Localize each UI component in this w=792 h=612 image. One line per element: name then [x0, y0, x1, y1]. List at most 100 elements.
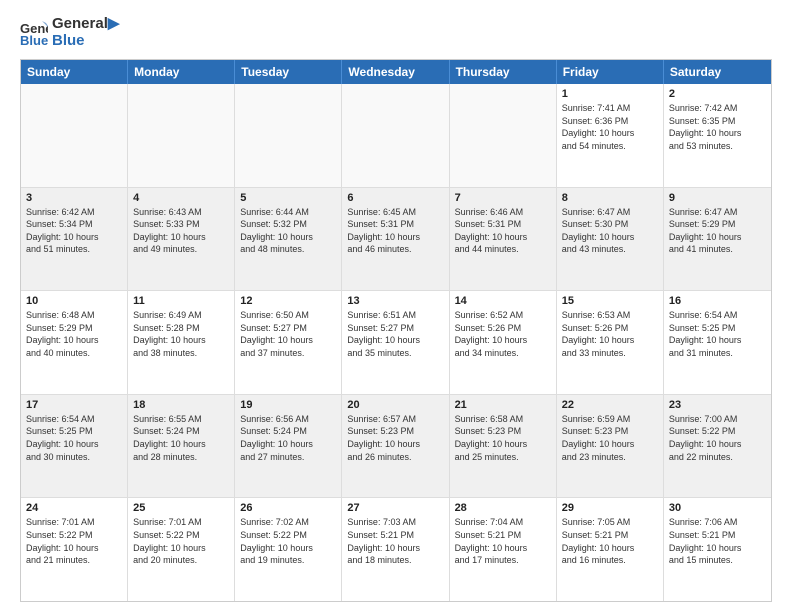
- day-number: 11: [133, 295, 229, 307]
- day-info: Sunrise: 6:43 AM Sunset: 5:33 PM Dayligh…: [133, 206, 229, 256]
- calendar-cell: [128, 84, 235, 187]
- day-number: 14: [455, 295, 551, 307]
- day-number: 3: [26, 192, 122, 204]
- weekday-tuesday: Tuesday: [235, 60, 342, 84]
- day-info: Sunrise: 6:42 AM Sunset: 5:34 PM Dayligh…: [26, 206, 122, 256]
- logo-blue: Blue: [52, 33, 119, 50]
- calendar-cell: 11 Sunrise: 6:49 AM Sunset: 5:28 PM Dayli…: [128, 291, 235, 394]
- day-number: 18: [133, 399, 229, 411]
- day-number: 10: [26, 295, 122, 307]
- day-number: 23: [669, 399, 766, 411]
- day-info: Sunrise: 6:47 AM Sunset: 5:29 PM Dayligh…: [669, 206, 766, 256]
- calendar-cell: 14Sunrise: 6:52 AM Sunset: 5:26 PM Dayli…: [450, 291, 557, 394]
- day-info: Sunrise: 6:46 AM Sunset: 5:31 PM Dayligh…: [455, 206, 551, 256]
- day-number: 22: [562, 399, 658, 411]
- day-info: Sunrise: 6:48 AM Sunset: 5:29 PM Dayligh…: [26, 309, 122, 359]
- day-info: Sunrise: 6:47 AM Sunset: 5:30 PM Dayligh…: [562, 206, 658, 256]
- calendar-cell: 27 Sunrise: 7:03 AM Sunset: 5:21 PM Dayli…: [342, 498, 449, 601]
- calendar-body: 1 Sunrise: 7:41 AM Sunset: 6:36 PM Daylig…: [21, 84, 771, 601]
- day-number: 24: [26, 502, 122, 514]
- day-info: Sunrise: 7:00 AM Sunset: 5:22 PM Dayligh…: [669, 413, 766, 463]
- calendar-cell: 9 Sunrise: 6:47 AM Sunset: 5:29 PM Daylig…: [664, 188, 771, 291]
- day-info: Sunrise: 7:03 AM Sunset: 5:21 PM Dayligh…: [347, 516, 443, 566]
- day-number: 7: [455, 192, 551, 204]
- day-info: Sunrise: 7:04 AM Sunset: 5:21 PM Dayligh…: [455, 516, 551, 566]
- calendar-cell: [450, 84, 557, 187]
- calendar-cell: 4Sunrise: 6:43 AM Sunset: 5:33 PM Daylig…: [128, 188, 235, 291]
- weekday-friday: Friday: [557, 60, 664, 84]
- calendar-cell: 28 Sunrise: 7:04 AM Sunset: 5:21 PM Dayli…: [450, 498, 557, 601]
- day-number: 12: [240, 295, 336, 307]
- day-info: Sunrise: 6:54 AM Sunset: 5:25 PM Dayligh…: [669, 309, 766, 359]
- day-info: Sunrise: 6:55 AM Sunset: 5:24 PM Dayligh…: [133, 413, 229, 463]
- day-number: 5: [240, 192, 336, 204]
- calendar-cell: 12Sunrise: 6:50 AM Sunset: 5:27 PM Dayli…: [235, 291, 342, 394]
- day-info: Sunrise: 6:54 AM Sunset: 5:25 PM Dayligh…: [26, 413, 122, 463]
- calendar-cell: 1 Sunrise: 7:41 AM Sunset: 6:36 PM Daylig…: [557, 84, 664, 187]
- day-number: 19: [240, 399, 336, 411]
- calendar-cell: 5 Sunrise: 6:44 AM Sunset: 5:32 PM Daylig…: [235, 188, 342, 291]
- logo-icon: General Blue: [20, 19, 48, 47]
- day-info: Sunrise: 6:56 AM Sunset: 5:24 PM Dayligh…: [240, 413, 336, 463]
- calendar-cell: 30 Sunrise: 7:06 AM Sunset: 5:21 PM Dayli…: [664, 498, 771, 601]
- calendar-cell: 3 Sunrise: 6:42 AM Sunset: 5:34 PM Daylig…: [21, 188, 128, 291]
- day-info: Sunrise: 7:05 AM Sunset: 5:21 PM Dayligh…: [562, 516, 658, 566]
- calendar-cell: 2 Sunrise: 7:42 AM Sunset: 6:35 PM Daylig…: [664, 84, 771, 187]
- weekday-thursday: Thursday: [450, 60, 557, 84]
- day-number: 20: [347, 399, 443, 411]
- day-info: Sunrise: 7:01 AM Sunset: 5:22 PM Dayligh…: [133, 516, 229, 566]
- day-number: 27: [347, 502, 443, 514]
- calendar-cell: 20 Sunrise: 6:57 AM Sunset: 5:23 PM Dayli…: [342, 395, 449, 498]
- day-number: 29: [562, 502, 658, 514]
- day-info: Sunrise: 6:49 AM Sunset: 5:28 PM Dayligh…: [133, 309, 229, 359]
- day-number: 13: [347, 295, 443, 307]
- day-number: 26: [240, 502, 336, 514]
- calendar-cell: [21, 84, 128, 187]
- day-number: 30: [669, 502, 766, 514]
- calendar-header: Sunday Monday Tuesday Wednesday Thursday…: [21, 60, 771, 84]
- day-info: Sunrise: 7:41 AM Sunset: 6:36 PM Dayligh…: [562, 102, 658, 152]
- day-info: Sunrise: 6:59 AM Sunset: 5:23 PM Dayligh…: [562, 413, 658, 463]
- day-number: 28: [455, 502, 551, 514]
- calendar-cell: 16Sunrise: 6:54 AM Sunset: 5:25 PM Dayli…: [664, 291, 771, 394]
- day-number: 1: [562, 88, 658, 100]
- calendar-cell: 10 Sunrise: 6:48 AM Sunset: 5:29 PM Dayli…: [21, 291, 128, 394]
- day-info: Sunrise: 7:06 AM Sunset: 5:21 PM Dayligh…: [669, 516, 766, 566]
- logo-general: General▶: [52, 16, 119, 33]
- day-info: Sunrise: 6:58 AM Sunset: 5:23 PM Dayligh…: [455, 413, 551, 463]
- calendar: Sunday Monday Tuesday Wednesday Thursday…: [20, 59, 772, 602]
- day-number: 6: [347, 192, 443, 204]
- calendar-cell: 19 Sunrise: 6:56 AM Sunset: 5:24 PM Dayli…: [235, 395, 342, 498]
- svg-text:Blue: Blue: [20, 33, 48, 47]
- calendar-week-4: 24 Sunrise: 7:01 AM Sunset: 5:22 PM Dayli…: [21, 498, 771, 601]
- calendar-cell: 24 Sunrise: 7:01 AM Sunset: 5:22 PM Dayli…: [21, 498, 128, 601]
- day-info: Sunrise: 7:02 AM Sunset: 5:22 PM Dayligh…: [240, 516, 336, 566]
- calendar-cell: 17Sunrise: 6:54 AM Sunset: 5:25 PM Dayli…: [21, 395, 128, 498]
- day-number: 2: [669, 88, 766, 100]
- calendar-week-0: 1 Sunrise: 7:41 AM Sunset: 6:36 PM Daylig…: [21, 84, 771, 188]
- calendar-cell: [235, 84, 342, 187]
- header: General Blue General▶ Blue: [20, 16, 772, 49]
- day-info: Sunrise: 6:53 AM Sunset: 5:26 PM Dayligh…: [562, 309, 658, 359]
- day-info: Sunrise: 6:45 AM Sunset: 5:31 PM Dayligh…: [347, 206, 443, 256]
- day-info: Sunrise: 6:44 AM Sunset: 5:32 PM Dayligh…: [240, 206, 336, 256]
- calendar-cell: [342, 84, 449, 187]
- calendar-cell: 22 Sunrise: 6:59 AM Sunset: 5:23 PM Dayli…: [557, 395, 664, 498]
- calendar-week-3: 17Sunrise: 6:54 AM Sunset: 5:25 PM Dayli…: [21, 395, 771, 499]
- calendar-cell: 6 Sunrise: 6:45 AM Sunset: 5:31 PM Daylig…: [342, 188, 449, 291]
- calendar-week-2: 10 Sunrise: 6:48 AM Sunset: 5:29 PM Dayli…: [21, 291, 771, 395]
- calendar-cell: 7 Sunrise: 6:46 AM Sunset: 5:31 PM Daylig…: [450, 188, 557, 291]
- day-number: 25: [133, 502, 229, 514]
- calendar-cell: 21 Sunrise: 6:58 AM Sunset: 5:23 PM Dayli…: [450, 395, 557, 498]
- day-info: Sunrise: 6:57 AM Sunset: 5:23 PM Dayligh…: [347, 413, 443, 463]
- day-number: 9: [669, 192, 766, 204]
- calendar-week-1: 3 Sunrise: 6:42 AM Sunset: 5:34 PM Daylig…: [21, 188, 771, 292]
- day-info: Sunrise: 7:01 AM Sunset: 5:22 PM Dayligh…: [26, 516, 122, 566]
- weekday-wednesday: Wednesday: [342, 60, 449, 84]
- day-info: Sunrise: 6:51 AM Sunset: 5:27 PM Dayligh…: [347, 309, 443, 359]
- day-info: Sunrise: 7:42 AM Sunset: 6:35 PM Dayligh…: [669, 102, 766, 152]
- weekday-monday: Monday: [128, 60, 235, 84]
- calendar-cell: 18 Sunrise: 6:55 AM Sunset: 5:24 PM Dayli…: [128, 395, 235, 498]
- day-number: 21: [455, 399, 551, 411]
- logo: General Blue General▶ Blue: [20, 16, 119, 49]
